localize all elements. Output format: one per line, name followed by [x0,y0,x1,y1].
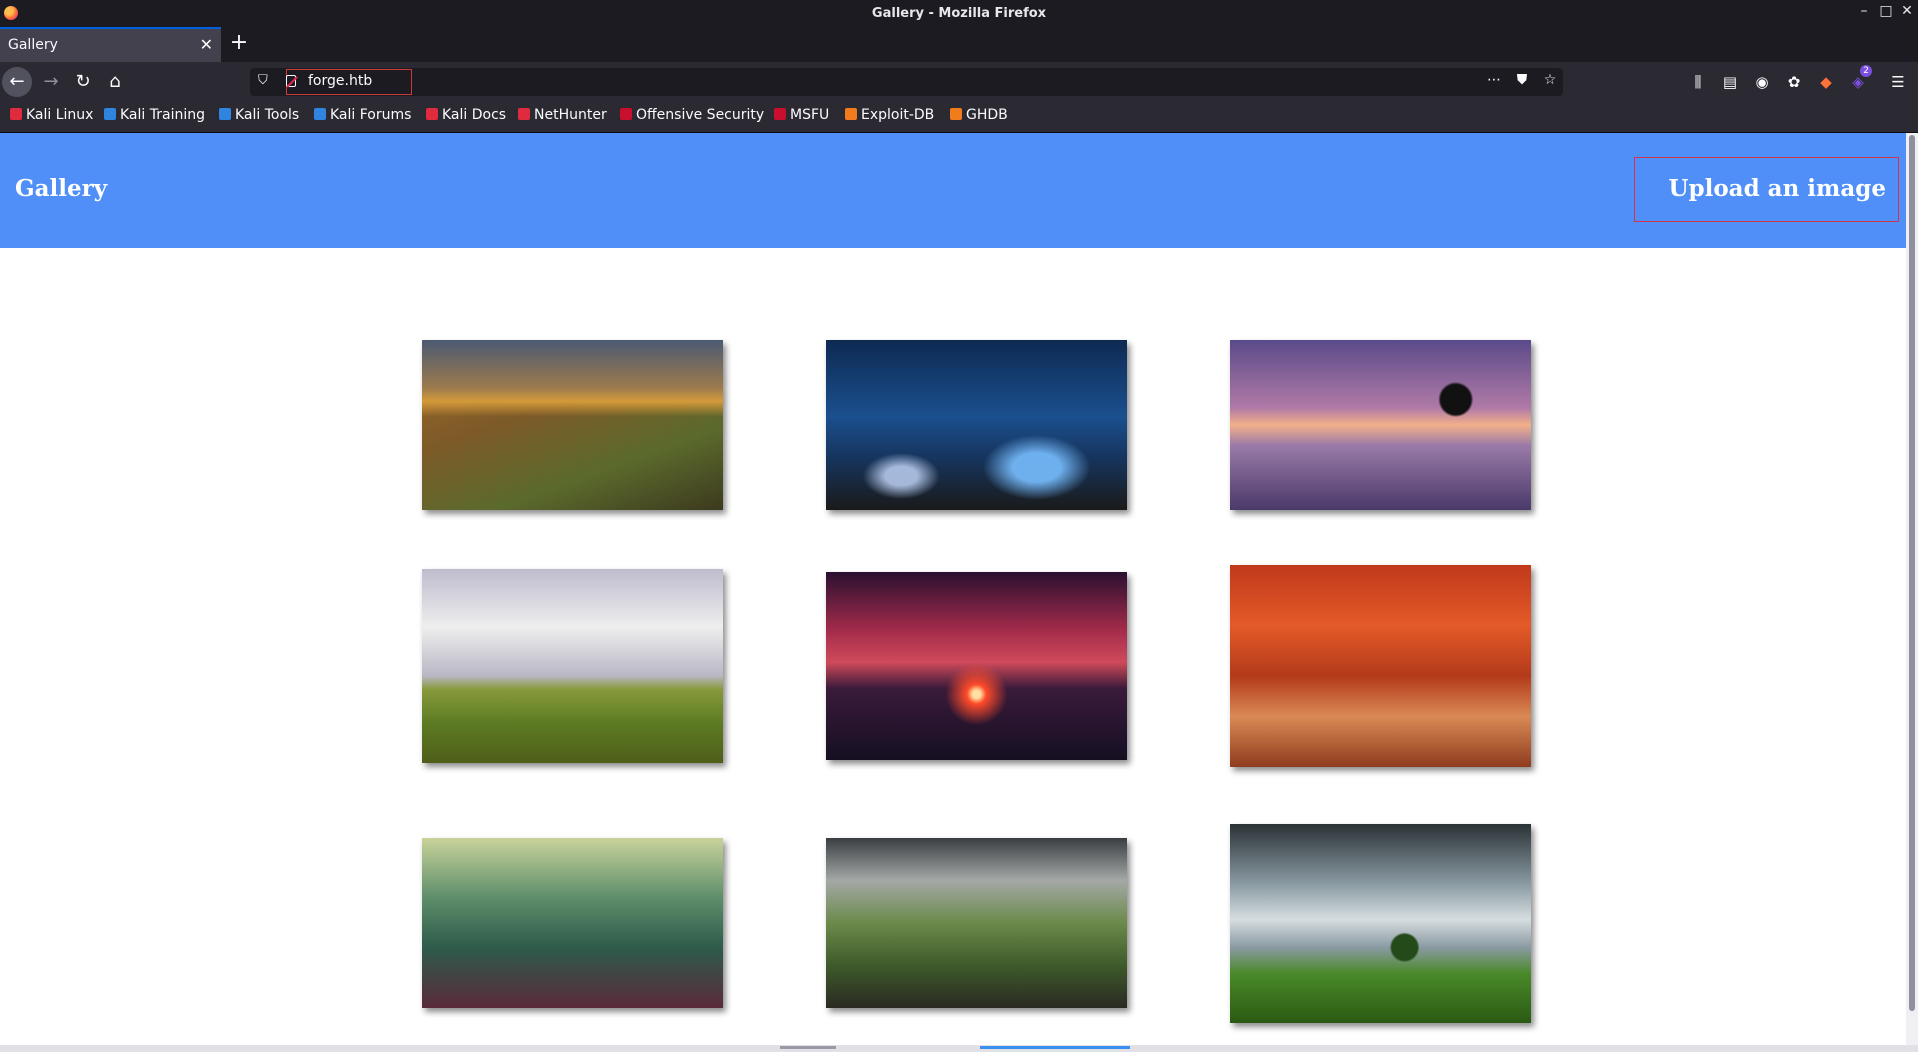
kali-dragon-icon [314,108,326,120]
gallery-image-autumn-path[interactable] [1230,565,1531,767]
close-tab-icon[interactable]: ✕ [200,35,213,54]
menu-icon[interactable]: ☰ [1887,71,1909,93]
bookmark-kali-tools[interactable]: Kali Tools [219,107,299,127]
cookie-icon[interactable]: ✿ [1783,71,1805,93]
status-segment [980,1046,1130,1049]
url-input[interactable]: forge.htb [308,73,372,89]
offsec-icon [774,108,786,120]
sidebar-icon[interactable]: ▤ [1719,71,1741,93]
pocket-icon[interactable]: ⛊ [1512,72,1532,88]
ghdb-icon [950,108,962,120]
bookmark-msfu[interactable]: MSFU [774,107,829,127]
gallery-image-green-valley[interactable] [826,838,1127,1008]
bookmark-star-icon[interactable]: ☆ [1540,72,1560,88]
status-segment [780,1046,836,1049]
navigation-toolbar: ← → ↻ ⌂ ⛉ forge.htb ⋯ ⛊ ☆ ⫼ ▤ ◉ ✿ ◆ ◈ 2 … [0,62,1918,102]
bookmark-ghdb[interactable]: GHDB [950,107,1008,127]
gallery-image-red-sky-tree[interactable] [826,572,1127,760]
bookmark-exploit-db[interactable]: Exploit-DB [845,107,934,127]
exploit-db-icon [845,108,857,120]
nethunter-icon [518,108,530,120]
offsec-icon [620,108,632,120]
tracking-shield-icon[interactable]: ⛉ [258,73,270,89]
tab-title: Gallery [8,37,58,53]
tab-strip: Gallery ✕ + [0,27,1918,62]
kali-dragon-icon [104,108,116,120]
window-titlebar: Gallery - Mozilla Firefox – □ ✕ [0,0,1918,27]
gallery-image-butterflies[interactable] [826,340,1127,510]
account-icon[interactable]: ◉ [1751,71,1773,93]
reload-icon[interactable]: ↻ [68,67,98,97]
minimize-icon[interactable]: – [1855,3,1873,19]
bookmark-kali-training[interactable]: Kali Training [104,107,205,127]
kali-dragon-icon [219,108,231,120]
maximize-icon[interactable]: □ [1877,3,1895,19]
extension-badge: 2 [1860,65,1872,77]
bookmark-kali-forums[interactable]: Kali Forums [314,107,411,127]
bottom-strip [0,1045,1918,1052]
site-header: Gallery Upload an image [0,133,1906,248]
bookmark-kali-docs[interactable]: Kali Docs [426,107,506,127]
tab-gallery[interactable]: Gallery ✕ [0,27,221,62]
upload-image-button[interactable]: Upload an image [1634,157,1899,222]
foxyproxy-icon[interactable]: ◆ [1815,71,1837,93]
new-tab-icon[interactable]: + [228,31,250,55]
url-bar[interactable]: ⛉ forge.htb ⋯ ⛊ ☆ [250,68,1563,96]
gallery-image-lake-tree[interactable] [1230,340,1531,510]
bookmarks-toolbar: Kali Linux Kali Training Kali Tools Kali… [0,102,1918,133]
window-title: Gallery - Mozilla Firefox [871,6,1047,21]
library-icon[interactable]: ⫼ [1687,71,1709,93]
bookmark-offensive-security[interactable]: Offensive Security [620,107,764,127]
forward-icon[interactable]: → [36,67,66,97]
gallery-image-lone-tree[interactable] [1230,824,1531,1023]
extension-icon[interactable]: ◈ 2 [1847,65,1872,93]
vertical-scrollbar[interactable] [1906,133,1918,1045]
insecure-lock-icon[interactable] [286,75,296,87]
back-icon[interactable]: ← [2,67,32,97]
scrollbar-thumb[interactable] [1909,135,1915,1011]
page-actions-icon[interactable]: ⋯ [1484,72,1504,88]
kali-docs-icon [426,108,438,120]
site-title[interactable]: Gallery [15,175,107,202]
home-icon[interactable]: ⌂ [100,67,130,97]
kali-dragon-icon [10,108,22,120]
gallery-image-railway[interactable] [422,569,723,763]
gallery-image-mountain[interactable] [422,340,723,510]
bookmark-kali-linux[interactable]: Kali Linux [10,107,93,127]
close-window-icon[interactable]: ✕ [1898,3,1916,19]
bookmark-nethunter[interactable]: NetHunter [518,107,607,127]
page-viewport: Gallery Upload an image [0,133,1906,1045]
gallery-image-misty-forest[interactable] [422,838,723,1008]
